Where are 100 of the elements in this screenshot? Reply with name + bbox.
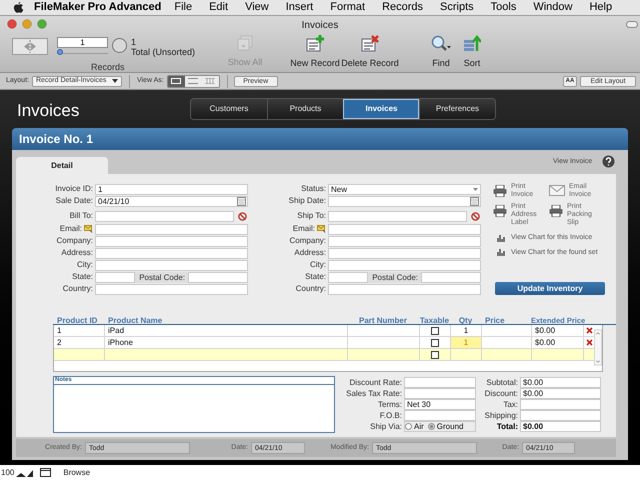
calendar-icon[interactable]	[237, 196, 246, 206]
field-label: Total:	[496, 420, 519, 432]
input-field[interactable]: 1	[95, 184, 248, 194]
input-field[interactable]	[95, 272, 135, 282]
input-field[interactable]	[328, 210, 467, 222]
card-plus-icon[interactable]	[306, 35, 324, 52]
record-navigation-control[interactable]	[12, 38, 48, 55]
date-field[interactable]: 04/21/10	[95, 196, 248, 206]
field-label: State:	[305, 271, 326, 283]
bar-chart-icon[interactable]	[497, 249, 505, 256]
nav-tab[interactable]: Products	[267, 99, 343, 119]
magnifier-icon[interactable]	[431, 35, 451, 52]
column-header: Taxable	[419, 315, 450, 324]
input-field[interactable]: $0.00	[520, 421, 601, 432]
date-field[interactable]	[328, 196, 481, 206]
detail-tab[interactable]: Detail	[16, 157, 108, 174]
delete-record-button[interactable]: Delete Record	[342, 32, 398, 70]
input-field[interactable]	[404, 388, 476, 399]
app-menu[interactable]: FileMaker Pro Advanced	[34, 0, 162, 16]
email-icon[interactable]	[317, 225, 326, 233]
table-view-icon[interactable]	[205, 78, 216, 84]
minimize-button[interactable]	[22, 19, 32, 29]
help-icon[interactable]	[602, 155, 615, 168]
delete-row-icon[interactable]	[586, 339, 592, 346]
view-form-button[interactable]	[168, 76, 185, 86]
list-view-icon[interactable]	[188, 78, 198, 84]
zoom-level[interactable]: 100	[1, 466, 14, 478]
new-record-button[interactable]: New Record	[288, 32, 342, 70]
checkbox[interactable]	[431, 350, 439, 358]
menu-item[interactable]: Format	[330, 0, 366, 16]
record-number-field[interactable]: 1	[57, 37, 108, 48]
apple-logo-icon[interactable]	[13, 1, 24, 14]
input-field[interactable]	[328, 284, 481, 294]
menu-item[interactable]: File	[174, 0, 192, 16]
envelope-icon[interactable]	[549, 185, 565, 196]
input-field[interactable]	[520, 410, 601, 421]
input-field[interactable]	[404, 377, 476, 388]
input-field[interactable]	[95, 210, 234, 222]
column-header: Product Name	[107, 315, 164, 324]
close-button[interactable]	[7, 19, 17, 29]
window-toggle-icon[interactable]	[40, 468, 52, 477]
menu-item[interactable]: Records	[382, 0, 424, 16]
menu-item[interactable]: Scripts	[440, 0, 474, 16]
bar-chart-icon[interactable]	[497, 234, 505, 242]
update-inventory-button[interactable]: Update Inventory	[495, 282, 605, 295]
menu-item[interactable]: Edit	[209, 0, 228, 16]
menu-item[interactable]: Insert	[286, 0, 314, 16]
clear-icon[interactable]	[471, 212, 480, 220]
input-field[interactable]	[328, 236, 481, 246]
printer-icon[interactable]	[493, 205, 507, 217]
printer-icon[interactable]	[549, 205, 563, 217]
checkbox[interactable]	[431, 338, 439, 346]
input-field[interactable]: Net 30	[404, 399, 476, 410]
menu-item[interactable]: Help	[589, 0, 612, 16]
input-field[interactable]	[188, 272, 248, 282]
nav-tab[interactable]: Invoices	[343, 99, 419, 119]
input-field[interactable]	[328, 224, 481, 234]
dropdown-field[interactable]: New	[328, 184, 481, 194]
field-label: Bill To:	[70, 210, 93, 222]
input-field[interactable]	[95, 236, 248, 246]
zoom-button[interactable]	[37, 19, 47, 29]
input-field[interactable]	[520, 399, 601, 410]
sort-arrow-icon[interactable]	[463, 35, 481, 52]
input-field[interactable]: $0.00	[520, 388, 601, 399]
radio-button[interactable]: Air	[405, 420, 424, 432]
input-field[interactable]	[328, 272, 368, 282]
menu-item[interactable]: View	[245, 0, 269, 16]
input-field[interactable]	[404, 410, 476, 421]
find-button[interactable]: Find	[427, 32, 455, 70]
menu-item[interactable]: Tools	[490, 0, 516, 16]
mode-popup[interactable]: Browse	[62, 466, 92, 478]
table-cell: iPad	[105, 325, 348, 336]
delete-row-icon[interactable]	[586, 327, 592, 334]
nav-tab[interactable]: Preferences	[419, 99, 495, 119]
menu-item[interactable]: Window	[533, 0, 572, 16]
input-field[interactable]	[328, 248, 481, 258]
nav-tab[interactable]: Customers	[191, 99, 267, 119]
checkbox[interactable]	[431, 326, 439, 334]
input-field[interactable]	[95, 248, 248, 258]
record-slider[interactable]	[57, 49, 108, 54]
calendar-icon[interactable]	[470, 196, 479, 206]
input-field[interactable]: $0.00	[520, 377, 601, 388]
email-icon[interactable]	[84, 225, 93, 233]
radio-button[interactable]: Ground	[428, 420, 464, 432]
view-list-button[interactable]	[184, 76, 202, 86]
card-x-icon[interactable]	[361, 35, 379, 52]
sort-button[interactable]: Sort	[458, 32, 486, 70]
column-header: Qty	[458, 315, 474, 324]
field-label: Shipping:	[484, 410, 519, 422]
input-field[interactable]	[95, 224, 248, 234]
input-field[interactable]	[95, 260, 248, 270]
form-view-icon[interactable]	[171, 78, 182, 84]
clear-icon[interactable]	[238, 212, 247, 220]
toolbar-toggle-button[interactable]	[626, 21, 638, 28]
input-field[interactable]	[328, 260, 481, 270]
field-label: Tax:	[502, 398, 519, 410]
input-field[interactable]	[95, 284, 248, 294]
input-field[interactable]	[421, 272, 481, 282]
view-table-button[interactable]	[202, 76, 219, 86]
printer-icon[interactable]	[493, 185, 507, 197]
